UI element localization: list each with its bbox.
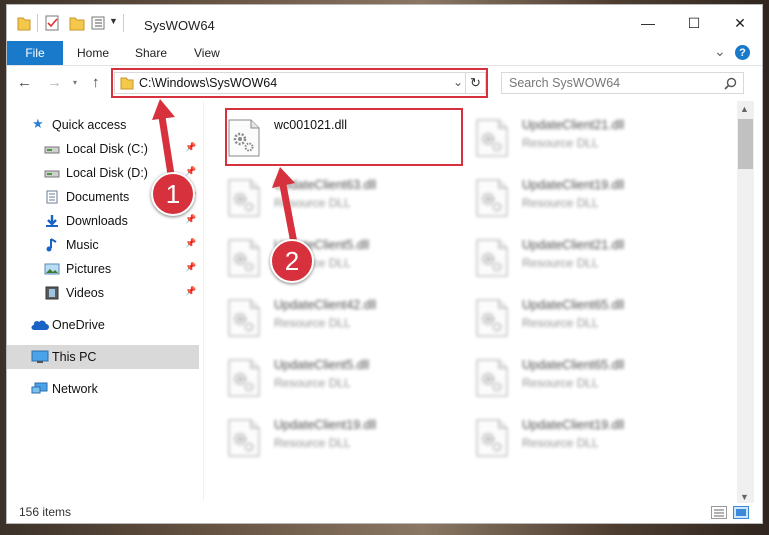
arrow-2-head	[272, 167, 295, 188]
annotation-arrows	[152, 99, 298, 247]
step-2-badge: 2	[270, 239, 314, 283]
arrow-1-head	[152, 99, 175, 120]
step-1-badge: 1	[151, 172, 195, 216]
file-explorer-window: ▼ SysWOW64 — ☐ ✕ File Home Share View ⌄ …	[6, 4, 763, 524]
arrow-2	[279, 181, 298, 247]
